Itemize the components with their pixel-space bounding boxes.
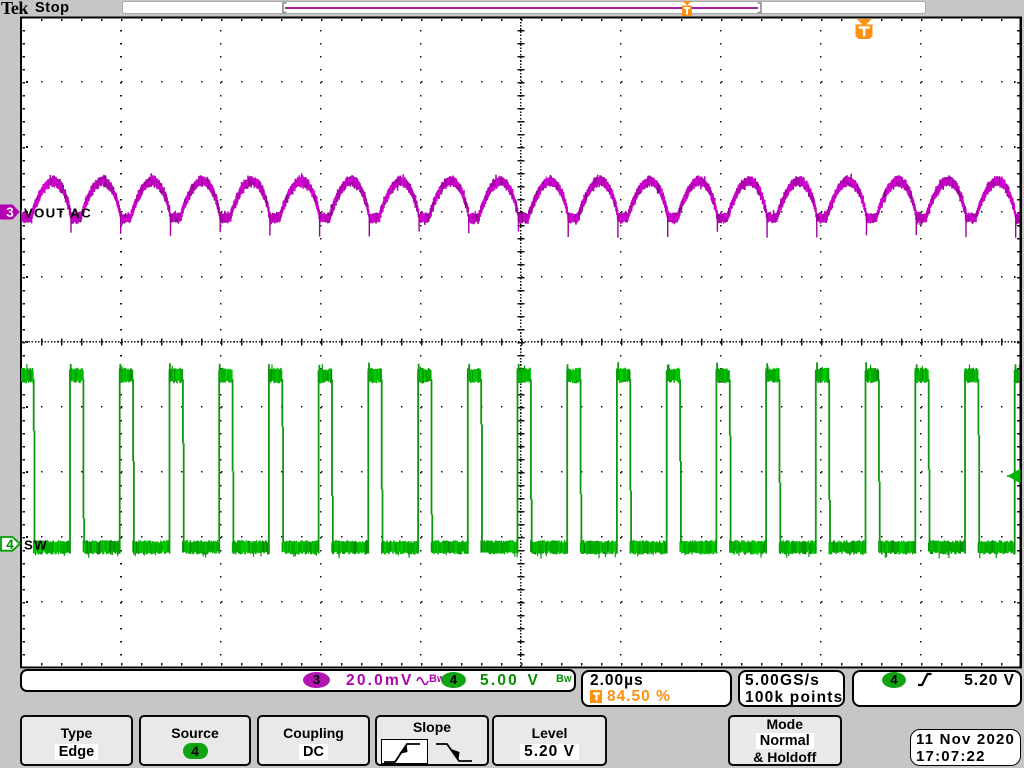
- svg-text:4: 4: [6, 537, 14, 552]
- svg-text:3: 3: [6, 205, 14, 220]
- svg-text:VOUT AC: VOUT AC: [24, 206, 92, 221]
- svg-text:SW: SW: [24, 538, 48, 553]
